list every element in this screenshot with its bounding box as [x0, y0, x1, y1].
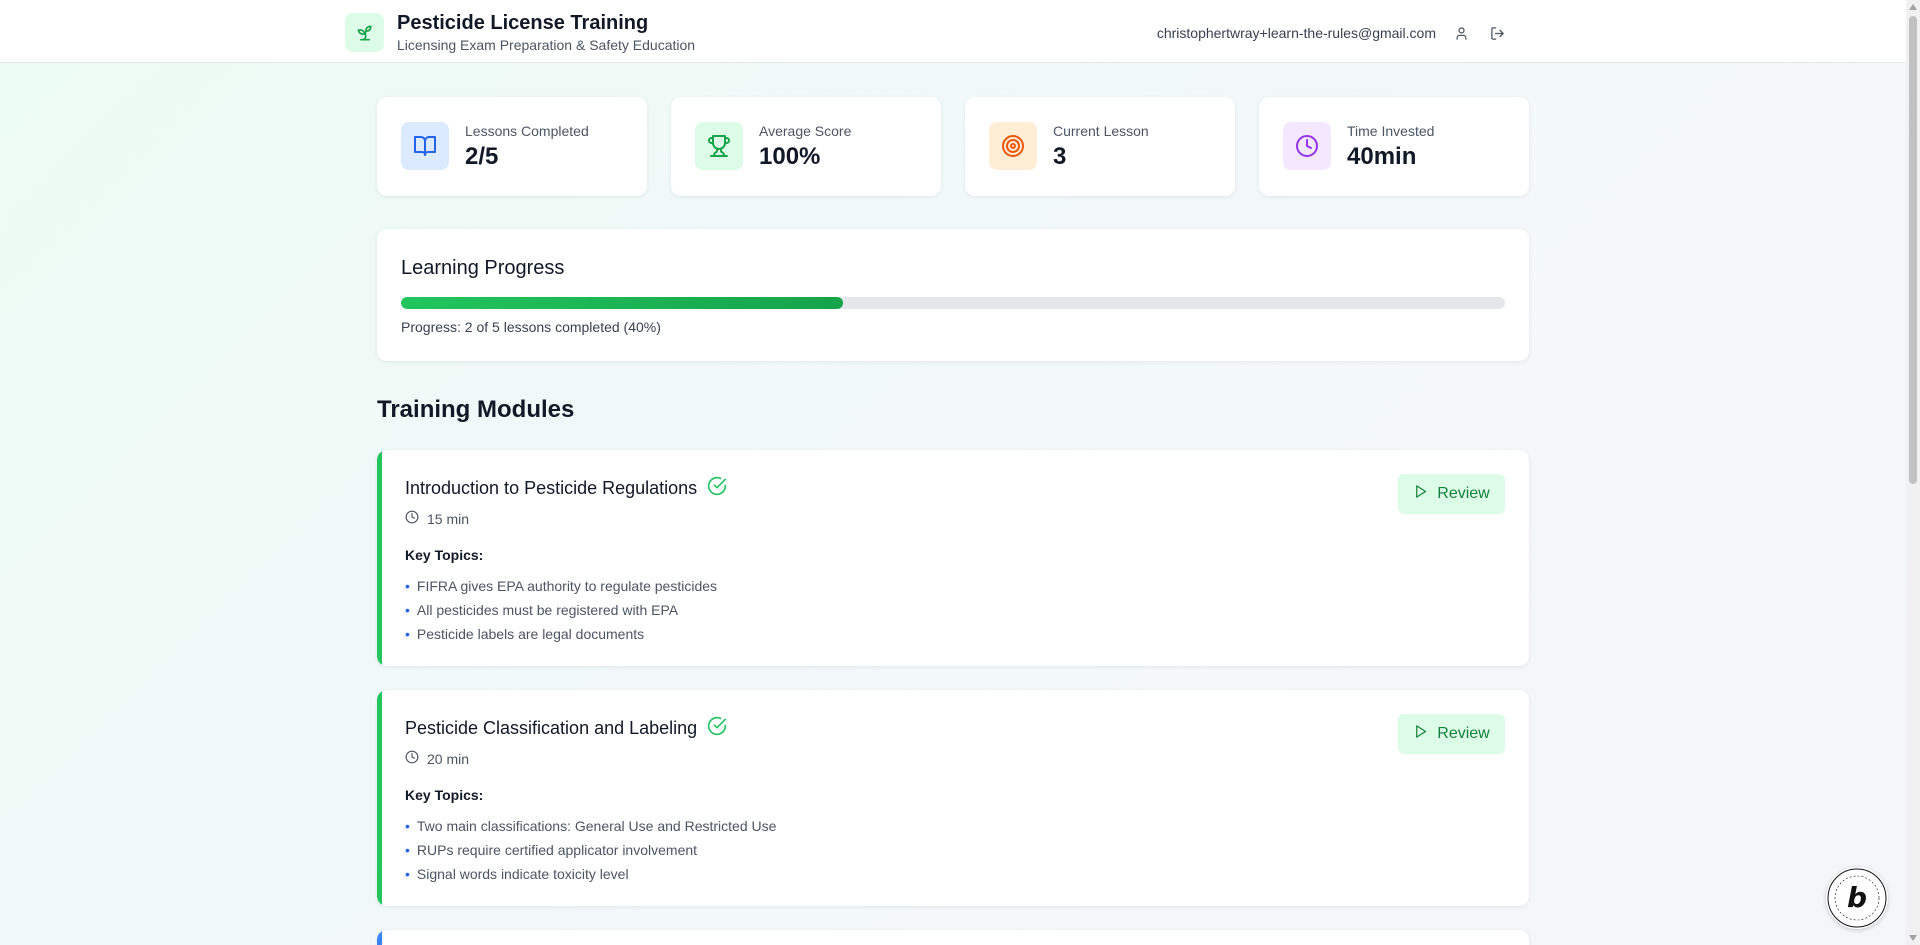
module-title: Pesticide Classification and Labeling	[405, 718, 698, 738]
learning-progress-card: Learning Progress Progress: 2 of 5 lesso…	[377, 229, 1529, 361]
topic-item: • Pesticide labels are legal documents	[405, 626, 645, 642]
key-topics-label: Key Topics:	[405, 547, 484, 563]
clock-icon	[1283, 122, 1331, 170]
stat-value: 3	[1053, 143, 1067, 170]
duration-text: 20 min	[427, 750, 470, 767]
user-email: christophertwray+learn-the-rules@gmail.c…	[1156, 25, 1436, 41]
brand: Pesticide License Training Licensing Exa…	[345, 12, 695, 53]
scrollbar[interactable]	[1906, 0, 1920, 945]
logout-icon[interactable]	[1486, 22, 1508, 44]
progress-title: Learning Progress	[401, 257, 565, 279]
stat-label: Current Lesson	[1053, 123, 1149, 139]
stat-card-average-score: Average Score 100%	[671, 97, 941, 196]
review-button-label: Review	[1437, 485, 1490, 502]
module-card	[377, 930, 1529, 945]
user-area: christophertwray+learn-the-rules@gmail.c…	[1157, 22, 1508, 44]
module-status-bar	[377, 690, 382, 906]
target-icon	[989, 122, 1037, 170]
topic-item: • Signal words indicate toxicity level	[405, 866, 629, 882]
stat-value: 2/5	[465, 143, 499, 170]
stat-value: 40min	[1347, 143, 1417, 170]
scroll-up-arrow-icon[interactable]	[1906, 0, 1920, 14]
module-title: Introduction to Pesticide Regulations	[405, 478, 698, 498]
topics-list: • Two main classifications: General Use a…	[405, 814, 776, 886]
book-open-icon	[401, 122, 449, 170]
stat-card-current-lesson: Current Lesson 3	[965, 97, 1235, 196]
clock-icon	[405, 510, 419, 527]
scrollbar-thumb[interactable]	[1909, 16, 1917, 484]
sprout-icon	[345, 13, 384, 52]
review-button[interactable]: Review	[1398, 474, 1505, 514]
module-duration: 20 min	[405, 750, 469, 767]
topic-item: • All pesticides must be registered with …	[405, 602, 679, 618]
app-title: Pesticide License Training	[397, 12, 649, 34]
play-icon	[1413, 484, 1428, 504]
clock-icon	[405, 750, 419, 767]
stat-card-time-invested: Time Invested 40min	[1259, 97, 1529, 196]
progress-text: Progress: 2 of 5 lessons completed (40%)	[401, 319, 661, 335]
module-status-bar	[377, 930, 382, 945]
play-icon	[1413, 724, 1428, 744]
duration-text: 15 min	[427, 510, 470, 527]
topic-item: • FIFRA gives EPA authority to regulate p…	[405, 578, 718, 594]
scroll-down-arrow-icon[interactable]	[1906, 931, 1920, 945]
check-circle-icon	[707, 716, 727, 741]
module-card: Introduction to Pesticide Regulations 15…	[377, 450, 1529, 666]
topic-item: • Two main classifications: General Use a…	[405, 818, 777, 834]
stat-card-lessons-completed: Lessons Completed 2/5	[377, 97, 647, 196]
svg-text:b: b	[1847, 881, 1867, 914]
module-duration: 15 min	[405, 510, 469, 527]
module-card: Pesticide Classification and Labeling 20…	[377, 690, 1529, 906]
topic-item: • RUPs require certified applicator invol…	[405, 842, 698, 858]
key-topics-label: Key Topics:	[405, 787, 484, 803]
progress-bar	[401, 297, 1505, 309]
review-button-label: Review	[1437, 725, 1490, 742]
bolt-badge-icon[interactable]: b	[1826, 867, 1888, 929]
app-header: Pesticide License Training Licensing Exa…	[0, 0, 1906, 63]
stat-value: 100%	[759, 143, 821, 170]
topics-list: • FIFRA gives EPA authority to regulate p…	[405, 574, 717, 646]
module-status-bar	[377, 450, 382, 666]
user-icon[interactable]	[1450, 22, 1472, 44]
app-subtitle: Licensing Exam Preparation & Safety Educ…	[397, 37, 696, 53]
stat-label: Lessons Completed	[465, 123, 589, 139]
stat-label: Average Score	[759, 123, 852, 139]
trophy-icon	[695, 122, 743, 170]
section-title: Training Modules	[377, 396, 575, 423]
stat-label: Time Invested	[1347, 123, 1435, 139]
check-circle-icon	[707, 476, 727, 501]
review-button[interactable]: Review	[1398, 714, 1505, 754]
progress-bar-fill	[401, 297, 843, 309]
